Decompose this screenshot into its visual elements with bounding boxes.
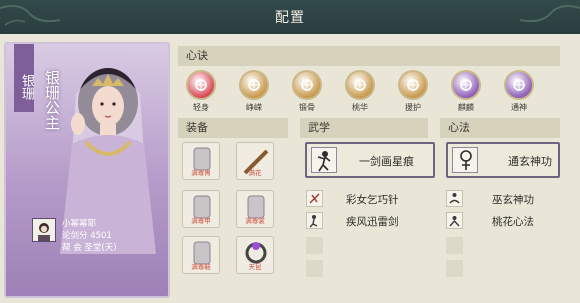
meditation-icon — [446, 190, 463, 207]
xinjue-skill-label: 援护 — [405, 103, 421, 112]
xinfa-primary-icon — [452, 147, 478, 173]
xinjue-skill-label: 通神 — [511, 103, 527, 112]
xinjue-skill[interactable]: 桃华 — [343, 70, 377, 113]
equipment-slot-staff[interactable]: 满花 — [236, 142, 274, 180]
wuxue-item[interactable]: 彩女乞巧针 — [306, 190, 436, 208]
xinjue-skill-label: 轻身 — [193, 103, 209, 112]
qilin-icon — [451, 70, 481, 100]
xinjue-skill[interactable]: 锻骨 — [290, 70, 324, 113]
xinjue-skill-label: 桃华 — [352, 103, 368, 112]
xinjue-skill[interactable]: 麒麟 — [449, 70, 483, 113]
equipment-slot-ring[interactable]: 天昆 — [236, 236, 274, 274]
xinjue-skill-label: 锻骨 — [299, 103, 315, 112]
empty-slot[interactable] — [306, 260, 323, 277]
page-title: 配置 — [275, 10, 305, 26]
xinfa-item-label: 巫玄神功 — [492, 194, 534, 206]
xinjue-skill[interactable]: 峥嵘 — [237, 70, 271, 113]
player-avatar[interactable] — [32, 218, 56, 242]
top-bar: 配置 — [0, 0, 580, 34]
xinfa-item-label: 桃花心法 — [492, 216, 534, 228]
crane-icon — [398, 70, 428, 100]
equipment-slot-armor[interactable]: 满尊甲 — [182, 190, 220, 228]
equipment-tag: 满尊胄 — [191, 169, 211, 177]
xinjue-skill[interactable]: 援护 — [396, 70, 430, 113]
player-name: 小幂幂耶 — [62, 219, 97, 229]
player-score: 论剑分 4501 — [62, 231, 112, 241]
section-equipment-header: 装备 — [178, 118, 288, 138]
section-wuxue-header: 武学 — [300, 118, 428, 138]
equipment-tag: 满花 — [248, 169, 262, 177]
section-xinfa-header: 心法 — [440, 118, 560, 138]
equipment-tag: 天昆 — [248, 263, 262, 271]
xinjue-skill-label: 麒麟 — [458, 103, 474, 112]
xinfa-primary-slot[interactable]: 通玄神功 — [446, 142, 560, 178]
wuxue-item[interactable]: 疾风迅雷剑 — [306, 212, 436, 230]
wuxue-item-label: 疾风迅雷剑 — [346, 216, 399, 228]
vine-decoration-right-icon — [519, 5, 580, 23]
xinfa-item[interactable]: 巫玄神功 — [446, 190, 560, 208]
sword-skill-icon — [306, 212, 323, 229]
sun-icon — [292, 70, 322, 100]
peach-icon — [345, 70, 375, 100]
xinfa-item[interactable]: 桃花心法 — [446, 212, 560, 230]
empty-slot[interactable] — [446, 237, 463, 254]
bird-icon — [239, 70, 269, 100]
empty-slot[interactable] — [306, 237, 323, 254]
needle-skill-icon — [306, 190, 323, 207]
character-card[interactable]: 银珊 银珊公主 小幂幂耶 论剑分 4501 帮 会 圣堂(天) — [4, 42, 170, 298]
equipment-slot-boots[interactable]: 满尊鞋 — [182, 236, 220, 274]
xinjue-skill-label: 峥嵘 — [246, 103, 262, 112]
character-title-banner: 银珊 — [14, 44, 34, 112]
empty-slot[interactable] — [446, 260, 463, 277]
equipment-slot-helmet[interactable]: 满尊胄 — [182, 142, 220, 180]
xinfa-primary-label: 通玄神功 — [508, 155, 552, 168]
xinjue-skill[interactable]: 通神 — [502, 70, 536, 113]
wuxue-primary-slot[interactable]: 一剑画星痕 — [305, 142, 435, 178]
character-name: 银珊公主 — [43, 70, 61, 130]
spirit-icon — [504, 70, 534, 100]
equipment-slot-skirt[interactable]: 满尊裳 — [236, 190, 274, 228]
equipment-tag: 满尊甲 — [191, 217, 211, 225]
peach-blossom-icon — [446, 212, 463, 229]
player-guild: 帮 会 圣堂(天) — [62, 243, 117, 253]
xinjue-skill[interactable]: 轻身 — [184, 70, 218, 113]
equipment-tag: 满尊鞋 — [191, 263, 211, 271]
wuxue-primary-label: 一剑画星痕 — [359, 155, 414, 168]
avatar-face-icon — [38, 223, 50, 241]
wuxue-primary-icon — [311, 147, 337, 173]
wuxue-item-label: 彩女乞巧针 — [346, 194, 399, 206]
boot-icon — [186, 70, 216, 100]
player-info: 小幂幂耶 论剑分 4501 帮 会 圣堂(天) — [62, 218, 117, 254]
section-xinjue-header: 心诀 — [178, 46, 560, 66]
equipment-tag: 满尊裳 — [245, 217, 265, 225]
